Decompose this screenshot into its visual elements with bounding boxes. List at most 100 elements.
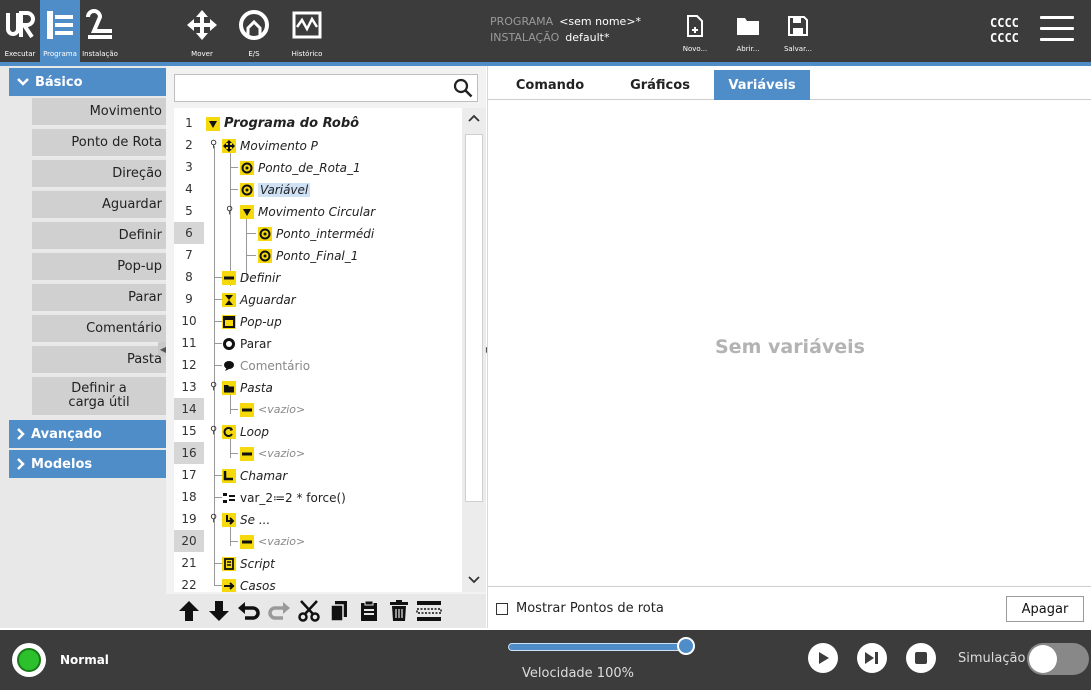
copy-icon[interactable] xyxy=(324,597,354,625)
delete-trash-icon[interactable] xyxy=(384,597,414,625)
sidebar-item-comment[interactable]: Comentário xyxy=(32,315,166,344)
sidebar-item-popup[interactable]: Pop-up xyxy=(32,253,166,282)
category-templates[interactable]: Modelos xyxy=(9,450,166,478)
nav-program-button[interactable]: Programa xyxy=(40,0,80,62)
category-advanced[interactable]: Avançado xyxy=(9,420,166,448)
comment-bubble-icon xyxy=(222,359,236,373)
tree-line[interactable]: 20 <vazio> xyxy=(174,530,462,552)
tree-line[interactable]: 18 var_2≔2 * force() xyxy=(174,486,462,508)
paste-clipboard-icon[interactable] xyxy=(354,597,384,625)
expand-pin-icon[interactable]: ⚲ xyxy=(210,381,217,392)
tab-variables[interactable]: Variáveis xyxy=(714,70,810,100)
ur-logo-icon xyxy=(0,6,40,44)
program-tree-panel: 1 Programa do Robô 2 ⚲ Movimento P 3 Pon… xyxy=(166,66,486,628)
checkbox-box[interactable] xyxy=(496,602,508,615)
expand-pin-icon[interactable]: ⚲ xyxy=(226,205,233,216)
sidebar-item-set-payload[interactable]: Definir a carga útil xyxy=(32,377,166,417)
program-name: <sem nome>* xyxy=(559,15,642,28)
waypoint-icon xyxy=(258,226,272,241)
scroll-down-icon[interactable] xyxy=(468,576,480,584)
move-up-arrow-icon[interactable] xyxy=(174,597,204,625)
robot-status-icon[interactable] xyxy=(12,643,46,677)
chevron-right-icon xyxy=(17,458,25,470)
popup-icon xyxy=(222,314,236,329)
waypoint-icon xyxy=(240,160,254,175)
search-icon[interactable] xyxy=(453,78,473,98)
step-button[interactable] xyxy=(857,643,887,673)
tree-line[interactable]: 15 ⚲ Loop xyxy=(174,420,462,442)
command-sidebar: Básico Movimento Ponto de Rota Direção A… xyxy=(0,66,168,628)
tree-line[interactable]: 10 Pop-up xyxy=(174,310,462,332)
sidebar-item-set[interactable]: Definir xyxy=(32,222,166,251)
expand-pin-icon[interactable]: ⚲ xyxy=(210,139,217,150)
clear-button[interactable]: Apagar xyxy=(1006,596,1084,622)
call-icon xyxy=(222,468,236,483)
tree-line[interactable]: 8 Definir xyxy=(174,266,462,288)
tab-bar: Comando Gráficos Variáveis xyxy=(488,66,1091,100)
stop-button[interactable] xyxy=(906,643,936,673)
tree-line[interactable]: 22 Casos xyxy=(174,574,462,592)
tree-line[interactable]: 6 Ponto_intermédi xyxy=(174,222,462,244)
nav-run-button[interactable]: Executar xyxy=(0,0,40,62)
tree-line[interactable]: 3 Ponto_de_Rota_1 xyxy=(174,156,462,178)
expand-pin-icon[interactable]: ⚲ xyxy=(210,425,217,436)
tree-line[interactable]: 4 Variável xyxy=(174,178,462,200)
tree-line[interactable]: 1 Programa do Robô xyxy=(174,112,462,134)
hamburger-menu-icon[interactable] xyxy=(1040,16,1074,46)
tree-line[interactable]: 9 Aguardar xyxy=(174,288,462,310)
tree-line[interactable]: 2 ⚲ Movimento P xyxy=(174,134,462,156)
tree-line[interactable]: 16 <vazio> xyxy=(174,442,462,464)
tree-line[interactable]: 11 Parar xyxy=(174,332,462,354)
scroll-up-icon[interactable] xyxy=(468,114,480,122)
speed-slider-knob[interactable] xyxy=(677,637,695,655)
tree-scrollbar[interactable] xyxy=(462,108,486,592)
io-icon xyxy=(234,6,274,44)
empty-variables-message: Sem variáveis xyxy=(715,336,865,358)
tree-line[interactable]: 13 ⚲ Pasta xyxy=(174,376,462,398)
program-tree: 1 Programa do Robô 2 ⚲ Movimento P 3 Pon… xyxy=(174,108,462,592)
play-button[interactable] xyxy=(808,643,838,673)
cut-scissors-icon[interactable] xyxy=(294,597,324,625)
sidebar-item-halt[interactable]: Parar xyxy=(32,284,166,313)
search-input[interactable] xyxy=(174,74,478,102)
tree-line[interactable]: 7 Ponto_Final_1 xyxy=(174,244,462,266)
redo-icon[interactable] xyxy=(264,597,294,625)
show-waypoints-checkbox[interactable]: Mostrar Pontos de rota xyxy=(496,601,664,616)
right-pane: Comando Gráficos Variáveis Sem variáveis… xyxy=(487,66,1091,628)
tree-line[interactable]: 21 Script xyxy=(174,552,462,574)
nav-move-button[interactable]: Mover xyxy=(182,0,222,62)
hourglass-icon xyxy=(222,292,236,307)
sidebar-item-waypoint[interactable]: Ponto de Rota xyxy=(32,129,166,158)
tree-line[interactable]: 5 ⚲ Movimento Circular xyxy=(174,200,462,222)
tree-line[interactable]: 14 <vazio> xyxy=(174,398,462,420)
move-down-arrow-icon[interactable] xyxy=(204,597,234,625)
suppress-node-icon[interactable] xyxy=(414,597,444,625)
nav-log-button[interactable]: Histórico xyxy=(286,0,328,62)
tree-line[interactable]: 12 Comentário xyxy=(174,354,462,376)
nav-installation-button[interactable]: Instalação xyxy=(80,0,120,62)
sidebar-item-direction[interactable]: Direção xyxy=(32,160,166,189)
play-icon xyxy=(819,652,829,664)
sidebar-item-wait[interactable]: Aguardar xyxy=(32,191,166,220)
open-button[interactable]: Abrir... xyxy=(728,0,768,62)
tree-line[interactable]: 19 ⚲ Se ... xyxy=(174,508,462,530)
tab-graphics[interactable]: Gráficos xyxy=(614,70,706,100)
tree-line[interactable]: 17 Chamar xyxy=(174,464,462,486)
undo-icon[interactable] xyxy=(234,597,264,625)
speed-slider[interactable] xyxy=(508,643,686,651)
waypoint-icon xyxy=(240,182,254,197)
sidebar-item-move[interactable]: Movimento xyxy=(32,98,166,127)
speed-label: Velocidade 100% xyxy=(522,666,634,681)
category-basic[interactable]: Básico xyxy=(9,68,166,96)
nav-io-button[interactable]: E/S xyxy=(234,0,274,62)
stop-icon xyxy=(915,652,927,664)
simulation-toggle[interactable] xyxy=(1027,643,1089,675)
expand-pin-icon[interactable]: ⚲ xyxy=(210,513,217,524)
assignment-icon xyxy=(222,491,236,505)
tree-toolbar xyxy=(166,594,486,628)
sidebar-item-folder[interactable]: Pasta xyxy=(32,346,166,375)
new-button[interactable]: Novo... xyxy=(675,0,715,62)
save-button[interactable]: Salvar... xyxy=(778,0,818,62)
scroll-thumb[interactable] xyxy=(465,134,483,502)
tab-command[interactable]: Comando xyxy=(502,70,598,100)
